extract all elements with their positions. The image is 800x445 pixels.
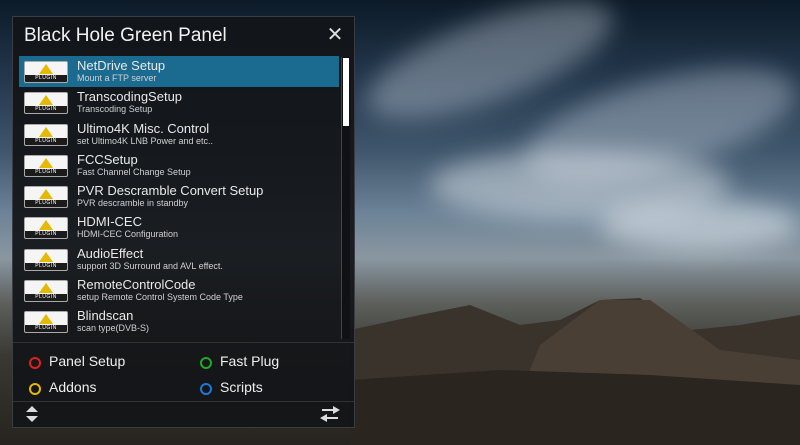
plugin-title: TranscodingSetup [77, 89, 183, 105]
plugin-title: Blindscan [77, 308, 134, 324]
plugin-title: AudioEffect [77, 245, 144, 261]
legend-label: Addons [49, 379, 97, 395]
plugin-list-item[interactable]: PLUGIN TranscodingSetup Transcoding Setup [19, 87, 339, 118]
plugin-icon: PLUGIN [24, 248, 68, 271]
red-dot-icon [29, 357, 41, 369]
titlebar: Black Hole Green Panel ✕ [13, 17, 354, 55]
up-down-arrows-icon[interactable] [25, 406, 39, 422]
plugin-icon: PLUGIN [24, 311, 68, 334]
legend-label: Fast Plug [220, 353, 280, 369]
plugin-subtitle: setup Remote Control System Code Type [77, 292, 243, 303]
plugin-title: PVR Descramble Convert Setup [77, 183, 264, 199]
plugin-list-item[interactable]: PLUGIN PVR Descramble Convert Setup PVR de… [19, 181, 339, 212]
plugin-list-item[interactable]: PLUGIN AudioEffect support 3D Surround and… [19, 244, 339, 275]
plugin-title: NetDrive Setup [77, 58, 166, 73]
green-dot-icon [200, 357, 212, 369]
plugin-list-item[interactable]: PLUGIN FCCSetup Fast Channel Change Setup [19, 150, 339, 181]
plugin-icon: PLUGIN [24, 61, 68, 83]
yellow-dot-icon [29, 383, 41, 395]
plugin-list-item[interactable]: PLUGIN Ultimo4K Misc. Control set Ultimo4K… [19, 119, 339, 150]
plugin-subtitle: Mount a FTP server [77, 73, 157, 83]
plugin-subtitle: Transcoding Setup [77, 104, 153, 115]
plugin-subtitle: scan type(DVB-S) [77, 323, 150, 334]
plugin-icon: PLUGIN [24, 217, 68, 240]
footer-bar [13, 401, 354, 427]
plugin-subtitle: Fast Channel Change Setup [77, 166, 191, 177]
scrollbar-thumb[interactable] [343, 58, 349, 126]
green-panel-dialog: Black Hole Green Panel ✕ PLUGIN NetDrive … [12, 16, 355, 428]
plugin-title: Ultimo4K Misc. Control [77, 120, 210, 136]
color-key-legend: Panel Setup Fast Plug Addons Scripts [13, 342, 354, 403]
plugin-list-item[interactable]: PLUGIN RemoteControlCode setup Remote Cont… [19, 275, 339, 306]
plugin-title: RemoteControlCode [77, 277, 196, 293]
plugin-list-item[interactable]: PLUGIN HDMI-CEC HDMI-CEC Configuration [19, 212, 339, 243]
plugin-subtitle: set Ultimo4K LNB Power and etc.. [77, 135, 214, 146]
plugin-icon: PLUGIN [24, 123, 68, 146]
plugin-subtitle: PVR descramble in standby [77, 198, 189, 209]
close-icon[interactable]: ✕ [324, 24, 346, 46]
plugin-icon: PLUGIN [24, 92, 68, 115]
plugin-list-item[interactable]: PLUGIN NetDrive Setup Mount a FTP server [19, 56, 339, 88]
panel-title: Black Hole Green Panel [24, 25, 227, 46]
plugin-icon: PLUGIN [24, 280, 68, 303]
plugin-subtitle: HDMI-CEC Configuration [77, 229, 179, 240]
scrollbar[interactable] [341, 57, 350, 339]
blue-dot-icon [200, 383, 212, 395]
plugin-title: HDMI-CEC [77, 214, 142, 230]
legend-label: Scripts [220, 379, 263, 395]
plugin-icon: PLUGIN [24, 154, 68, 177]
plugin-subtitle: support 3D Surround and AVL effect. [77, 260, 223, 271]
plugin-list: PLUGIN NetDrive Setup Mount a FTP server PL… [19, 56, 339, 338]
plugin-list-item[interactable]: PLUGIN Blindscan scan type(DVB-S) [19, 306, 339, 337]
plugin-icon: PLUGIN [24, 186, 68, 209]
legend-label: Panel Setup [49, 353, 126, 369]
swap-arrows-icon[interactable] [320, 406, 340, 422]
plugin-title: FCCSetup [77, 151, 138, 167]
